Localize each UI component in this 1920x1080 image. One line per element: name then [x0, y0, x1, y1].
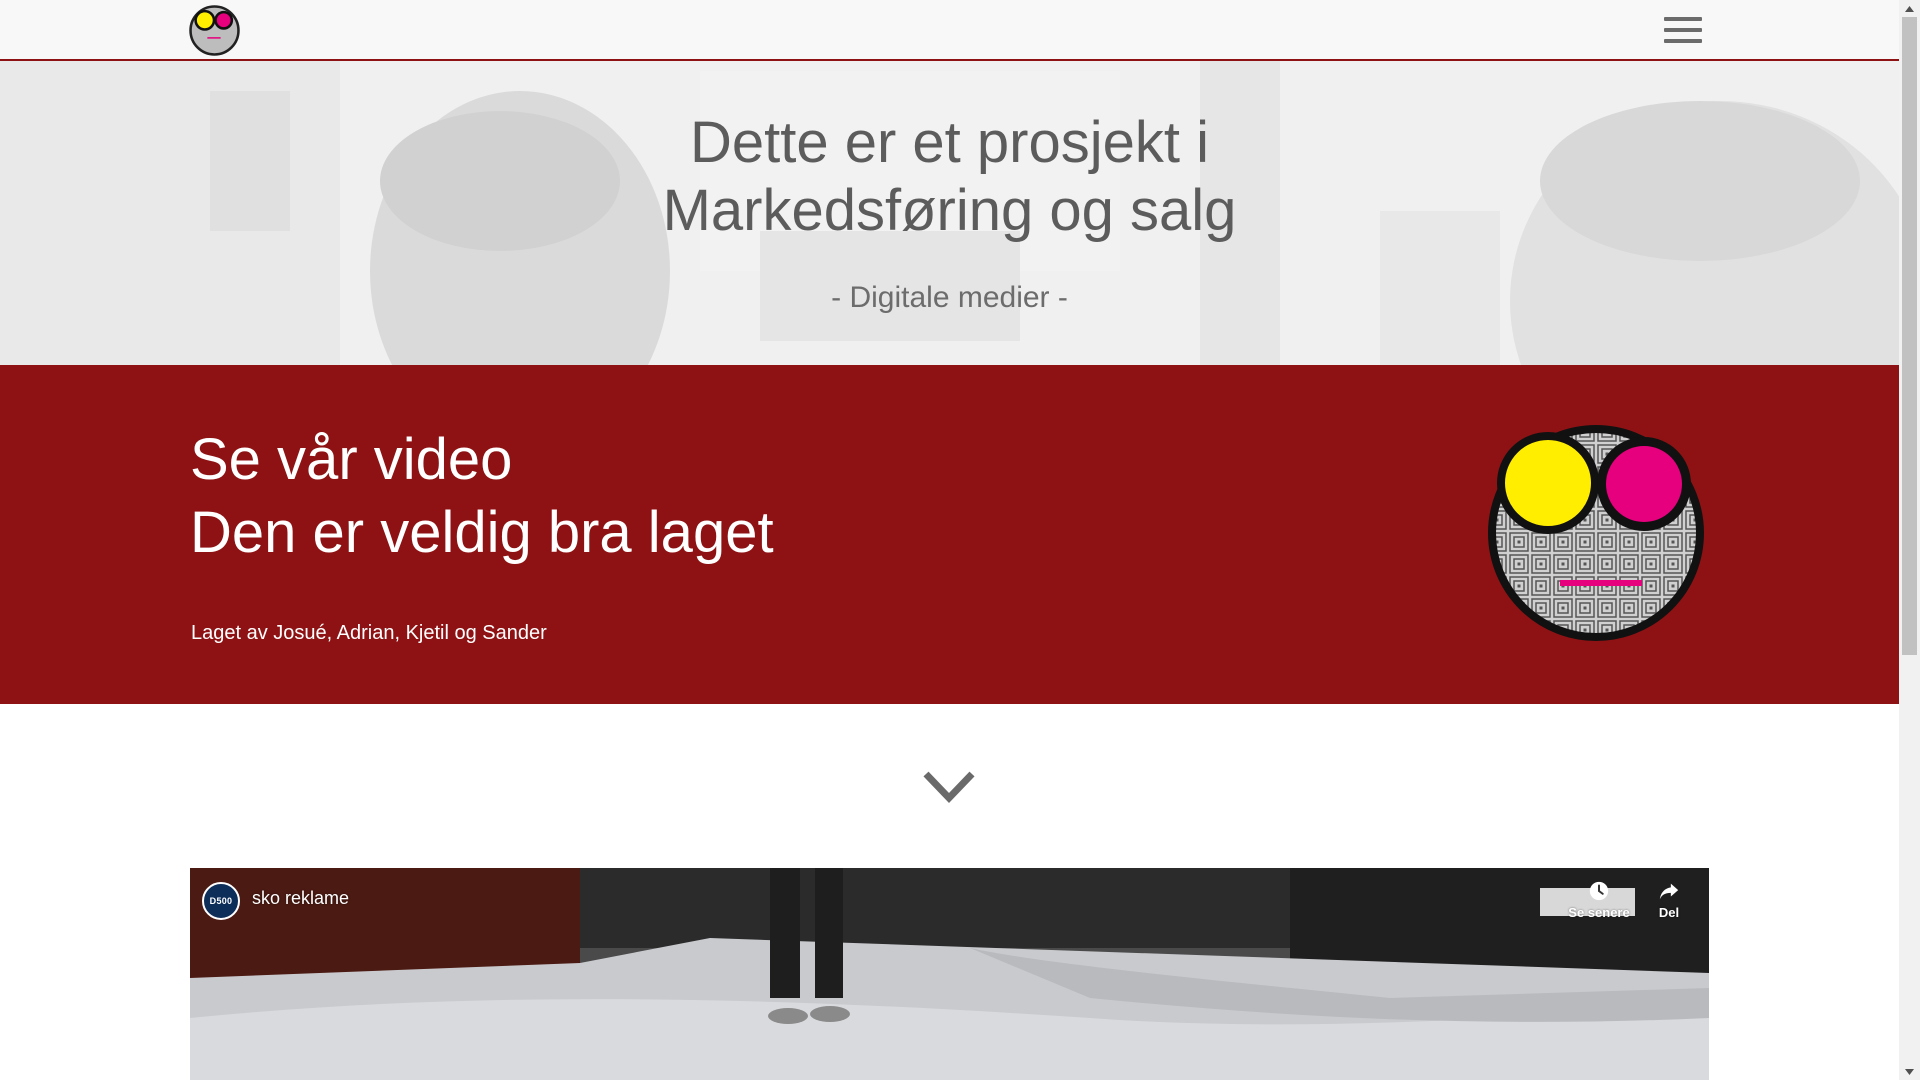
video-intro-section: Se vår video Den er veldig bra laget Lag…: [0, 365, 1899, 704]
section-heading-line2: Den er veldig bra laget: [190, 500, 774, 565]
credits-text: Laget av Josué, Adrian, Kjetil og Sander: [191, 622, 547, 644]
section-heading: Se vår video Den er veldig bra laget: [190, 423, 774, 569]
section-heading-line1: Se vår video: [190, 427, 513, 492]
channel-badge-text: D500: [209, 896, 233, 906]
site-logo-icon[interactable]: [189, 5, 240, 56]
hamburger-menu-icon[interactable]: [1664, 17, 1702, 43]
menu-bar: [1664, 39, 1702, 43]
hero-title: Dette er et prosjekt i Markedsføring og …: [0, 109, 1899, 245]
chevron-down-icon[interactable]: [922, 770, 976, 804]
vertical-scrollbar[interactable]: [1899, 0, 1920, 1080]
embedded-video-player[interactable]: D500 sko reklame Se senere Del: [190, 868, 1709, 1080]
hero-title-line1: Dette er et prosjekt i: [690, 110, 1209, 175]
scroll-down-arrow-icon[interactable]: [1899, 1063, 1920, 1080]
scrollbar-thumb[interactable]: [1902, 17, 1917, 655]
watch-later-button[interactable]: Se senere: [1564, 880, 1634, 920]
watch-later-label: Se senere: [1568, 905, 1630, 920]
hero-banner: Dette er et prosjekt i Markedsføring og …: [0, 61, 1899, 365]
scroll-up-arrow-icon[interactable]: [1899, 0, 1920, 17]
mascot-logo-icon: [1488, 425, 1704, 641]
hero-subtitle: - Digitale medier -: [831, 281, 1068, 314]
share-label: Del: [1658, 905, 1680, 920]
menu-bar: [1664, 17, 1702, 21]
navbar: [0, 0, 1899, 61]
clock-icon: [1589, 881, 1609, 901]
video-title[interactable]: sko reklame: [252, 888, 349, 909]
share-arrow-icon: [1659, 883, 1679, 900]
menu-bar: [1664, 28, 1702, 32]
video-thumbnail: [190, 868, 1709, 1080]
channel-avatar[interactable]: D500: [202, 882, 240, 920]
hero-title-line2: Markedsføring og salg: [662, 178, 1237, 243]
share-button[interactable]: Del: [1634, 880, 1704, 920]
